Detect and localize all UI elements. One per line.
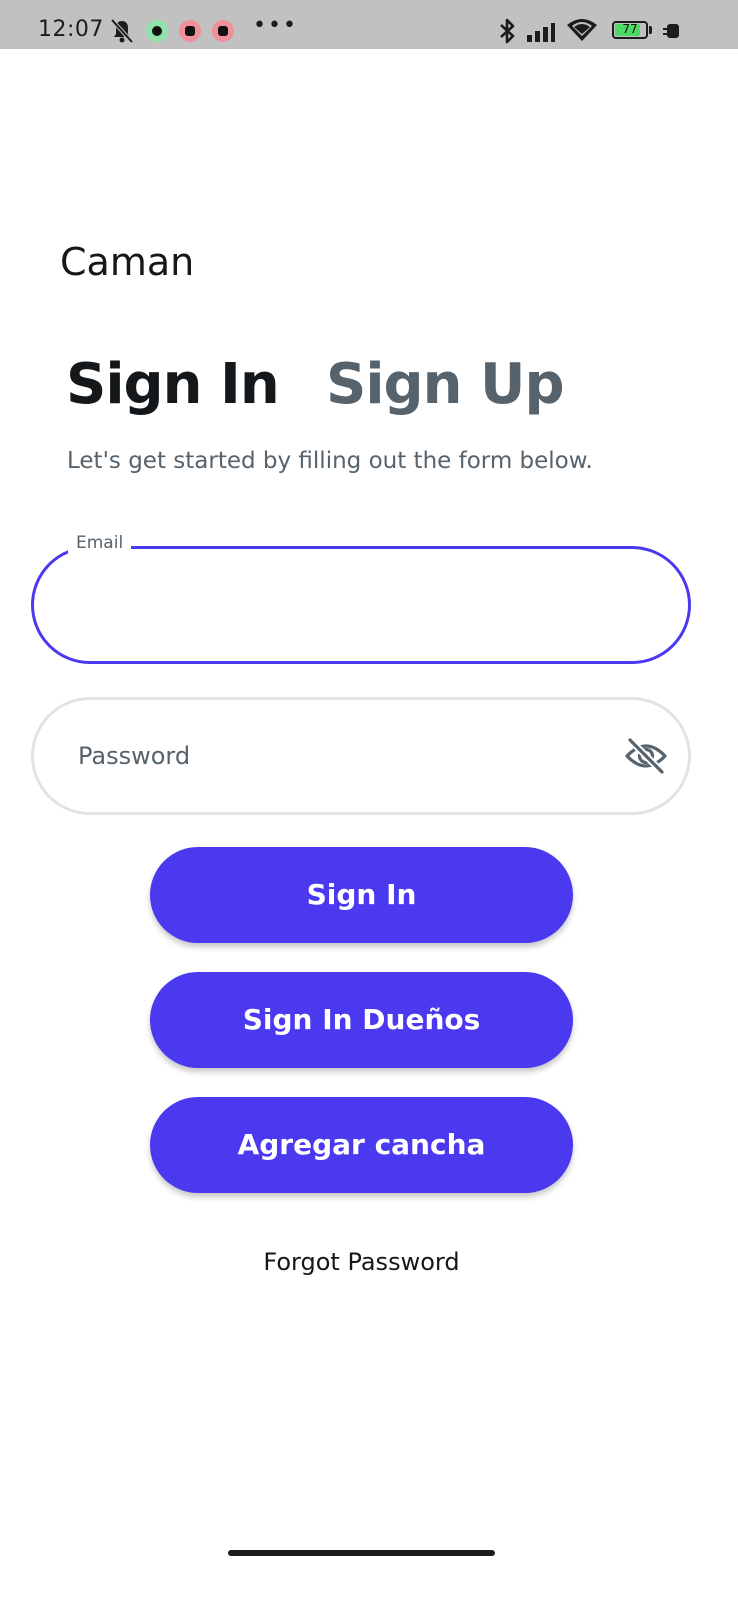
app-title: Caman: [60, 240, 195, 284]
status-time: 12:07: [38, 17, 104, 42]
tab-sign-up[interactable]: Sign Up: [326, 352, 565, 417]
password-input[interactable]: [76, 700, 598, 812]
home-indicator[interactable]: [228, 1550, 495, 1556]
status-bar: 12:07 ••• 77: [0, 0, 738, 49]
tab-sign-in[interactable]: Sign In: [66, 352, 280, 417]
form-subtitle: Let's get started by filling out the for…: [67, 448, 593, 474]
notifications-off-icon: [110, 18, 134, 44]
wifi-icon: [567, 19, 597, 41]
youtube-icon: [212, 20, 234, 42]
bluetooth-icon: [500, 18, 515, 44]
email-field[interactable]: Email: [31, 533, 691, 664]
signal-icon: [527, 23, 555, 42]
visibility-off-icon[interactable]: [624, 736, 668, 776]
sign-in-button[interactable]: Sign In: [150, 847, 573, 943]
forgot-password-link[interactable]: Forgot Password: [0, 1248, 723, 1276]
sign-in-owners-button[interactable]: Sign In Dueños: [150, 972, 573, 1068]
battery-tip: [649, 26, 652, 34]
email-input[interactable]: [74, 549, 598, 661]
gmail-icon: [179, 20, 201, 42]
add-court-button[interactable]: Agregar cancha: [150, 1097, 573, 1193]
battery-level: 77: [622, 22, 638, 36]
whatsapp-icon: [146, 20, 168, 42]
charging-icon: [663, 24, 679, 38]
battery-icon: 77: [612, 21, 648, 39]
more-icon: •••: [253, 13, 298, 38]
password-field[interactable]: [31, 697, 691, 815]
